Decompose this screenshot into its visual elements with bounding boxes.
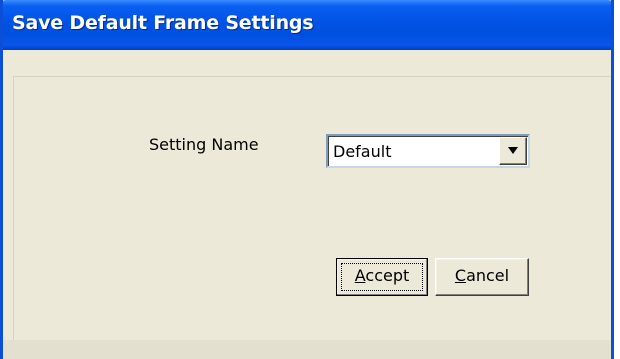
accept-button[interactable]: Accept <box>336 258 428 296</box>
chevron-down-icon <box>508 147 518 154</box>
title-bar[interactable]: Save Default Frame Settings <box>3 0 611 50</box>
cancel-button[interactable]: Cancel <box>435 258 529 296</box>
dropdown-button[interactable] <box>499 137 527 165</box>
window-title: Save Default Frame Settings <box>12 12 314 34</box>
bottom-edge <box>3 340 611 359</box>
accept-label: ccept <box>365 266 410 285</box>
dialog-window: Save Default Frame Settings Setting Name… <box>0 0 614 359</box>
cancel-mnemonic: C <box>454 266 467 285</box>
setting-name-combobox[interactable]: Default <box>326 134 530 168</box>
dialog-body <box>3 50 611 359</box>
cancel-label: ancel <box>466 266 510 285</box>
setting-name-value[interactable]: Default <box>333 142 391 161</box>
content-panel <box>13 76 611 357</box>
setting-name-label: Setting Name <box>149 135 259 154</box>
accept-mnemonic: A <box>354 266 366 285</box>
